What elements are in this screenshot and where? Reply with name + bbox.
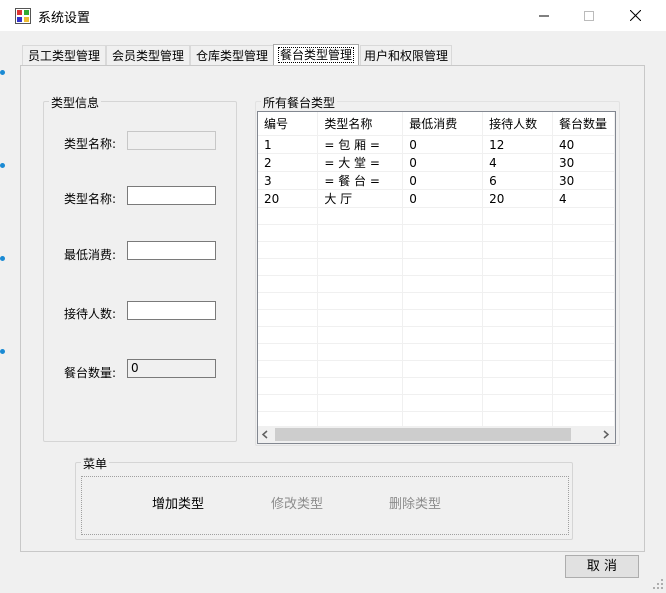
table-cell: = 餐 台 = <box>317 171 404 190</box>
background-marker <box>0 256 5 261</box>
tab-table-types[interactable]: 餐台类型管理 <box>273 44 359 67</box>
table-cell: = 大 堂 = <box>317 153 404 172</box>
empty-row <box>258 326 615 344</box>
table-cell: 2 <box>258 153 319 172</box>
table-cell: 30 <box>552 171 615 190</box>
close-button[interactable] <box>612 0 658 31</box>
tab-employee-types[interactable]: 员工类型管理 <box>22 45 106 66</box>
tab-warehouse-types[interactable]: 仓库类型管理 <box>190 45 274 66</box>
table-count-field: 0 <box>127 359 216 378</box>
table-cell: 6 <box>482 171 553 190</box>
window-title: 系统设置 <box>38 11 91 26</box>
column-header[interactable]: 编号 <box>258 112 319 136</box>
type-name-input[interactable] <box>127 186 216 205</box>
empty-row <box>258 207 615 225</box>
table-header-row: 编号 类型名称 最低消费 接待人数 餐台数量 <box>258 112 615 136</box>
empty-row <box>258 377 615 395</box>
table-row[interactable]: 3 = 餐 台 = 0 6 30 <box>258 171 615 190</box>
table-cell: 30 <box>552 153 615 172</box>
tab-member-types[interactable]: 会员类型管理 <box>106 45 190 66</box>
empty-row <box>258 275 615 293</box>
table-cell: 0 <box>402 135 484 154</box>
menu-title: 菜单 <box>81 455 110 472</box>
table-cell: 4 <box>552 189 615 208</box>
table-cell: 20 <box>258 189 319 208</box>
close-icon <box>629 10 641 21</box>
maximize-button[interactable] <box>566 0 612 31</box>
empty-row <box>258 309 615 327</box>
table-row[interactable]: 2 = 大 堂 = 0 4 30 <box>258 153 615 172</box>
table-cell: 3 <box>258 171 319 190</box>
column-header[interactable]: 餐台数量 <box>552 112 615 136</box>
tab-table-types-label: 餐台类型管理 <box>277 47 355 63</box>
resize-grip-icon[interactable] <box>652 578 664 590</box>
type-info-group <box>43 101 237 442</box>
type-info-title: 类型信息 <box>49 94 102 111</box>
all-types-title: 所有餐台类型 <box>261 94 338 111</box>
table-cell: = 包 厢 = <box>317 135 404 154</box>
minimize-icon <box>539 15 549 16</box>
type-name-readonly-field <box>127 131 216 150</box>
min-spend-label: 最低消费: <box>64 248 117 262</box>
table-cell: 40 <box>552 135 615 154</box>
empty-row <box>258 343 615 361</box>
empty-row <box>258 394 615 412</box>
empty-row <box>258 241 615 259</box>
app-icon <box>15 8 31 24</box>
minimize-button[interactable] <box>521 0 567 31</box>
tab-users-permissions[interactable]: 用户和权限管理 <box>360 45 452 66</box>
table-cell: 0 <box>402 171 484 190</box>
column-header[interactable]: 接待人数 <box>482 112 553 136</box>
capacity-input[interactable] <box>127 301 216 320</box>
column-header[interactable]: 类型名称 <box>317 112 404 136</box>
table-cell: 0 <box>402 189 484 208</box>
table-cell: 0 <box>402 153 484 172</box>
scroll-right-icon[interactable] <box>602 430 610 439</box>
types-table: 编号 类型名称 最低消费 接待人数 餐台数量 1 = 包 厢 = 0 12 40… <box>258 112 615 443</box>
table-cell: 大 厅 <box>317 189 404 208</box>
empty-row <box>258 258 615 276</box>
type-name-label-2: 类型名称: <box>64 192 117 206</box>
scrollbar-thumb[interactable] <box>275 428 571 441</box>
table-cell: 1 <box>258 135 319 154</box>
table-row[interactable]: 1 = 包 厢 = 0 12 40 <box>258 135 615 154</box>
background-marker <box>0 163 5 168</box>
table-cell: 4 <box>482 153 553 172</box>
scroll-left-icon[interactable] <box>261 430 269 439</box>
empty-row <box>258 360 615 378</box>
empty-row <box>258 224 615 242</box>
add-type-button[interactable]: 增加类型 <box>152 493 204 512</box>
table-cell: 12 <box>482 135 553 154</box>
table-row[interactable]: 20 大 厅 0 20 4 <box>258 189 615 208</box>
type-name-label: 类型名称: <box>64 137 117 151</box>
table-cell: 20 <box>482 189 553 208</box>
empty-row <box>258 292 615 310</box>
column-header[interactable]: 最低消费 <box>402 112 484 136</box>
background-marker <box>0 70 5 75</box>
cancel-button[interactable]: 取 消 <box>565 555 639 578</box>
table-count-label: 餐台数量: <box>64 366 117 380</box>
background-marker <box>0 349 5 354</box>
types-grid[interactable]: 编号 类型名称 最低消费 接待人数 餐台数量 1 = 包 厢 = 0 12 40… <box>257 111 616 444</box>
delete-type-button[interactable]: 删除类型 <box>389 493 441 512</box>
edit-type-button[interactable]: 修改类型 <box>271 493 323 512</box>
horizontal-scrollbar[interactable] <box>258 426 615 443</box>
capacity-label: 接待人数: <box>64 307 117 321</box>
maximize-icon <box>584 10 594 21</box>
min-spend-input[interactable] <box>127 241 216 260</box>
